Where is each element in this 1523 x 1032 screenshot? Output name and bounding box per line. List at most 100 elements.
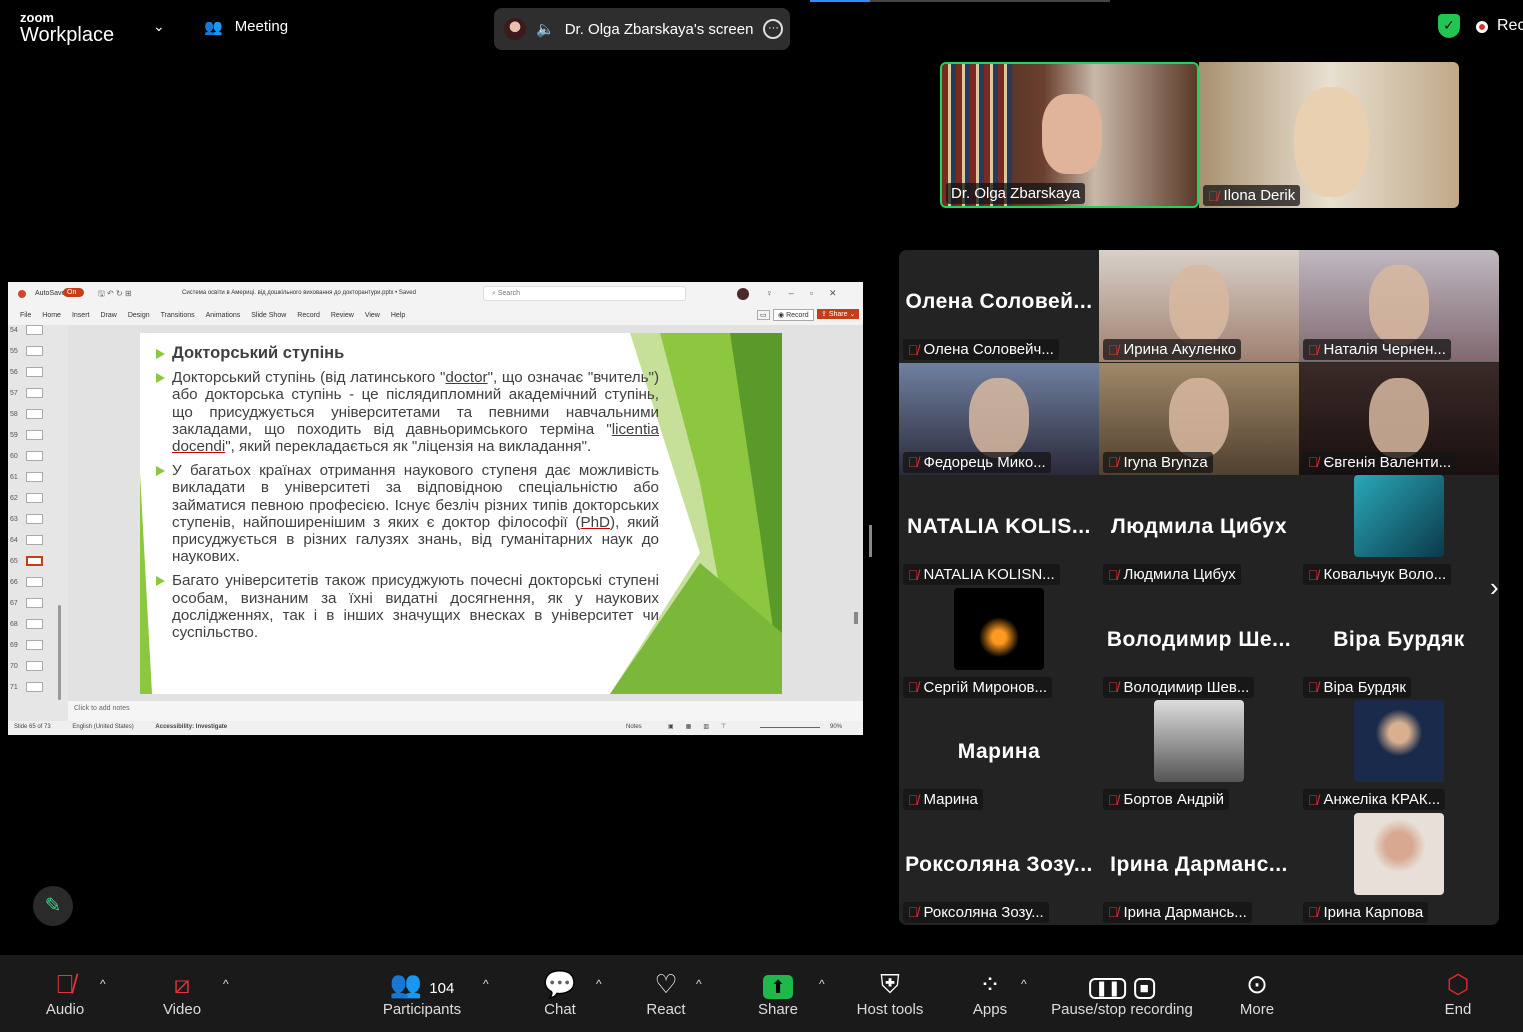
participant-tile[interactable]: Володимир Ше... 🎙̸ Володимир Шев... <box>1099 587 1299 700</box>
comments-icon[interactable]: ▭ <box>757 310 770 320</box>
ribbon-tab[interactable]: Draw <box>100 312 116 319</box>
host-tools-button[interactable]: ⛨ Host tools <box>857 967 924 1018</box>
participant-tile[interactable]: Ірина Дарманс... 🎙̸ Ірина Дармансь... <box>1099 812 1299 925</box>
ribbon-tab[interactable]: Slide Show <box>251 312 286 319</box>
slide-thumbnail[interactable]: 54 <box>10 325 43 335</box>
participant-tile[interactable]: 🎙̸ Ирина Акуленко <box>1099 250 1299 362</box>
participant-tile[interactable]: Віра Бурдяк 🎙̸ Віра Бурдяк <box>1299 587 1499 700</box>
share-button[interactable]: ⇪ Share ⌄ <box>817 309 860 319</box>
slide-thumbnail[interactable]: 62 <box>10 493 43 503</box>
slide-thumbnail[interactable]: 70 <box>10 661 43 671</box>
slide-thumbnail[interactable]: 63 <box>10 514 43 524</box>
participant-tile[interactable]: 🎙̸ Євгенія Валенти... <box>1299 362 1499 475</box>
slide-thumbnail[interactable]: 61 <box>10 472 43 482</box>
slide-thumbnail[interactable]: 65 <box>10 556 43 566</box>
participant-tile[interactable]: Роксоляна Зозу... 🎙̸ Роксоляна Зозу... <box>899 812 1099 925</box>
more-options-icon[interactable]: ··· <box>763 19 784 39</box>
thumbnails-scrollbar[interactable] <box>58 605 61 700</box>
splitter-handle[interactable] <box>869 525 872 557</box>
notes-pane[interactable]: Click to add notes <box>68 701 863 721</box>
participant-tile[interactable]: Людмила Цибух 🎙̸ Людмила Цибух <box>1099 475 1299 587</box>
participants-button[interactable]: 👥 104 Participants <box>383 967 461 1018</box>
apps-caret-icon[interactable]: ^ <box>1021 977 1027 991</box>
slide-thumbnail[interactable]: 55 <box>10 346 43 356</box>
participant-tile[interactable]: 🎙̸ Федорець Мико... <box>899 362 1099 475</box>
slide-thumbnail[interactable]: 68 <box>10 619 43 629</box>
ribbon-tab[interactable]: Record <box>297 312 320 319</box>
slide-thumbnail[interactable]: 56 <box>10 367 43 377</box>
search-input[interactable]: ⌕ Search <box>483 286 686 301</box>
participant-tile[interactable]: 🎙̸ Наталія Чернен... <box>1299 250 1499 362</box>
apps-button[interactable]: ⁘ Apps <box>973 967 1007 1018</box>
participant-tile[interactable]: 🎙̸ Iryna Brynza <box>1099 362 1299 475</box>
react-caret-icon[interactable]: ^ <box>696 977 702 991</box>
participant-tile[interactable]: 🎙̸ Анжеліка КРАК... <box>1299 700 1499 812</box>
user-avatar[interactable] <box>737 288 749 300</box>
ribbon-tab[interactable]: Design <box>128 312 150 319</box>
accessibility-label[interactable]: Accessibility: Investigate <box>155 724 227 730</box>
pause-stop-recording-button[interactable]: ❚❚ ■ Pause/stop recording <box>1051 967 1193 1018</box>
screen-label: Dr. Olga Zbarskaya's screen <box>564 20 754 38</box>
quick-access-icons[interactable]: 🖫 ↶ ↻ ⊞ <box>98 288 132 302</box>
annotate-pencil-button[interactable]: ✎ <box>33 886 73 926</box>
ribbon-tab[interactable]: Animations <box>206 312 241 319</box>
slide-thumbnail[interactable]: 60 <box>10 451 43 461</box>
notes-button[interactable]: Notes <box>626 724 642 730</box>
ribbon-tab[interactable]: Review <box>331 312 354 319</box>
ribbon-tab[interactable]: Home <box>42 312 61 319</box>
shield-check-icon[interactable]: ✓ <box>1438 14 1460 38</box>
window-controls[interactable]: ♀–▫✕ <box>766 288 853 299</box>
participants-caret-icon[interactable]: ^ <box>483 977 489 991</box>
video-caret-icon[interactable]: ^ <box>223 977 229 991</box>
slide-thumbnail[interactable]: 67 <box>10 598 43 608</box>
more-button[interactable]: ⊙ More <box>1240 967 1274 1018</box>
next-page-chevron-icon[interactable]: › <box>1490 572 1499 603</box>
participant-tile[interactable]: NATALIA KOLIS... 🎙̸ NATALIA KOLISN... <box>899 475 1099 587</box>
slide-thumbnail[interactable]: 64 <box>10 535 43 545</box>
video-button[interactable]: ⧄ Video <box>163 967 201 1018</box>
audio-caret-icon[interactable]: ^ <box>100 977 106 991</box>
slide-thumbnails[interactable]: 54 55 56 57 58 59 60 61 62 63 64 65 66 67 68 69 70 71 <box>8 325 68 721</box>
participant-tile[interactable]: 🎙̸ Бортов Андрій <box>1099 700 1299 812</box>
slide-thumbnail[interactable]: 58 <box>10 409 43 419</box>
record-button[interactable]: ◉ Record <box>773 309 814 321</box>
meeting-label: Meeting <box>234 18 289 35</box>
meeting-info-button[interactable]: 👥 Meeting <box>204 18 288 36</box>
ribbon-tab[interactable]: File <box>20 312 31 319</box>
speaker-icon[interactable]: 🔈 <box>536 20 555 38</box>
participant-tile[interactable]: 🎙̸ Ірина Карпова <box>1299 812 1499 925</box>
participant-tile[interactable]: 🎙̸ Ковальчук Воло... <box>1299 475 1499 587</box>
chat-button[interactable]: 💬 Chat <box>544 967 576 1018</box>
participant-tile[interactable]: Марина 🎙̸ Марина <box>899 700 1099 812</box>
mic-muted-icon: 🎙̸ <box>1308 791 1319 808</box>
slide-scrollbar[interactable] <box>854 612 858 624</box>
language-label[interactable]: English (United States) <box>72 724 133 730</box>
participant-tile[interactable]: Олена Соловей... 🎙̸ Олена Соловейч... <box>899 250 1099 362</box>
ribbon-tab[interactable]: Insert <box>72 312 90 319</box>
screen-share-pill[interactable]: 🔈 Dr. Olga Zbarskaya's screen ··· <box>494 8 790 50</box>
slide-thumbnail[interactable]: 59 <box>10 430 43 440</box>
audio-button[interactable]: 🎙̸ Audio <box>46 967 84 1018</box>
view-buttons[interactable]: ▣▦▥⊤ <box>668 723 738 730</box>
react-button[interactable]: ♡ React <box>646 967 685 1018</box>
share-screen-button[interactable]: ⬆ Share <box>758 967 798 1018</box>
slide-thumbnail[interactable]: 57 <box>10 388 43 398</box>
video-tile-ilona[interactable]: 🎙̸ Ilona Derik <box>1199 62 1459 208</box>
slide-thumbnail[interactable]: 71 <box>10 682 43 692</box>
chat-caret-icon[interactable]: ^ <box>596 977 602 991</box>
slide-thumbnail[interactable]: 69 <box>10 640 43 650</box>
file-title[interactable]: Система освіти в Америці. від дошкільног… <box>182 290 416 296</box>
end-button[interactable]: ⬡ End <box>1445 967 1472 1018</box>
share-caret-icon[interactable]: ^ <box>819 977 825 991</box>
zoom-slider[interactable] <box>760 727 820 728</box>
participant-tile[interactable]: 🎙̸ Сергій Миронов... <box>899 587 1099 700</box>
recording-label[interactable]: Rec <box>1497 17 1523 35</box>
ribbon-tab[interactable]: View <box>365 312 380 319</box>
ribbon-tab[interactable]: Transitions <box>161 312 195 319</box>
zoom-level[interactable]: 90% <box>830 724 842 730</box>
slide-thumbnail[interactable]: 66 <box>10 577 43 587</box>
autosave-toggle[interactable]: On <box>63 288 85 297</box>
video-tile-active-speaker[interactable]: Dr. Olga Zbarskaya <box>940 62 1199 208</box>
chevron-down-icon[interactable]: ⌄ <box>153 18 165 35</box>
ribbon-tab[interactable]: Help <box>391 312 405 319</box>
